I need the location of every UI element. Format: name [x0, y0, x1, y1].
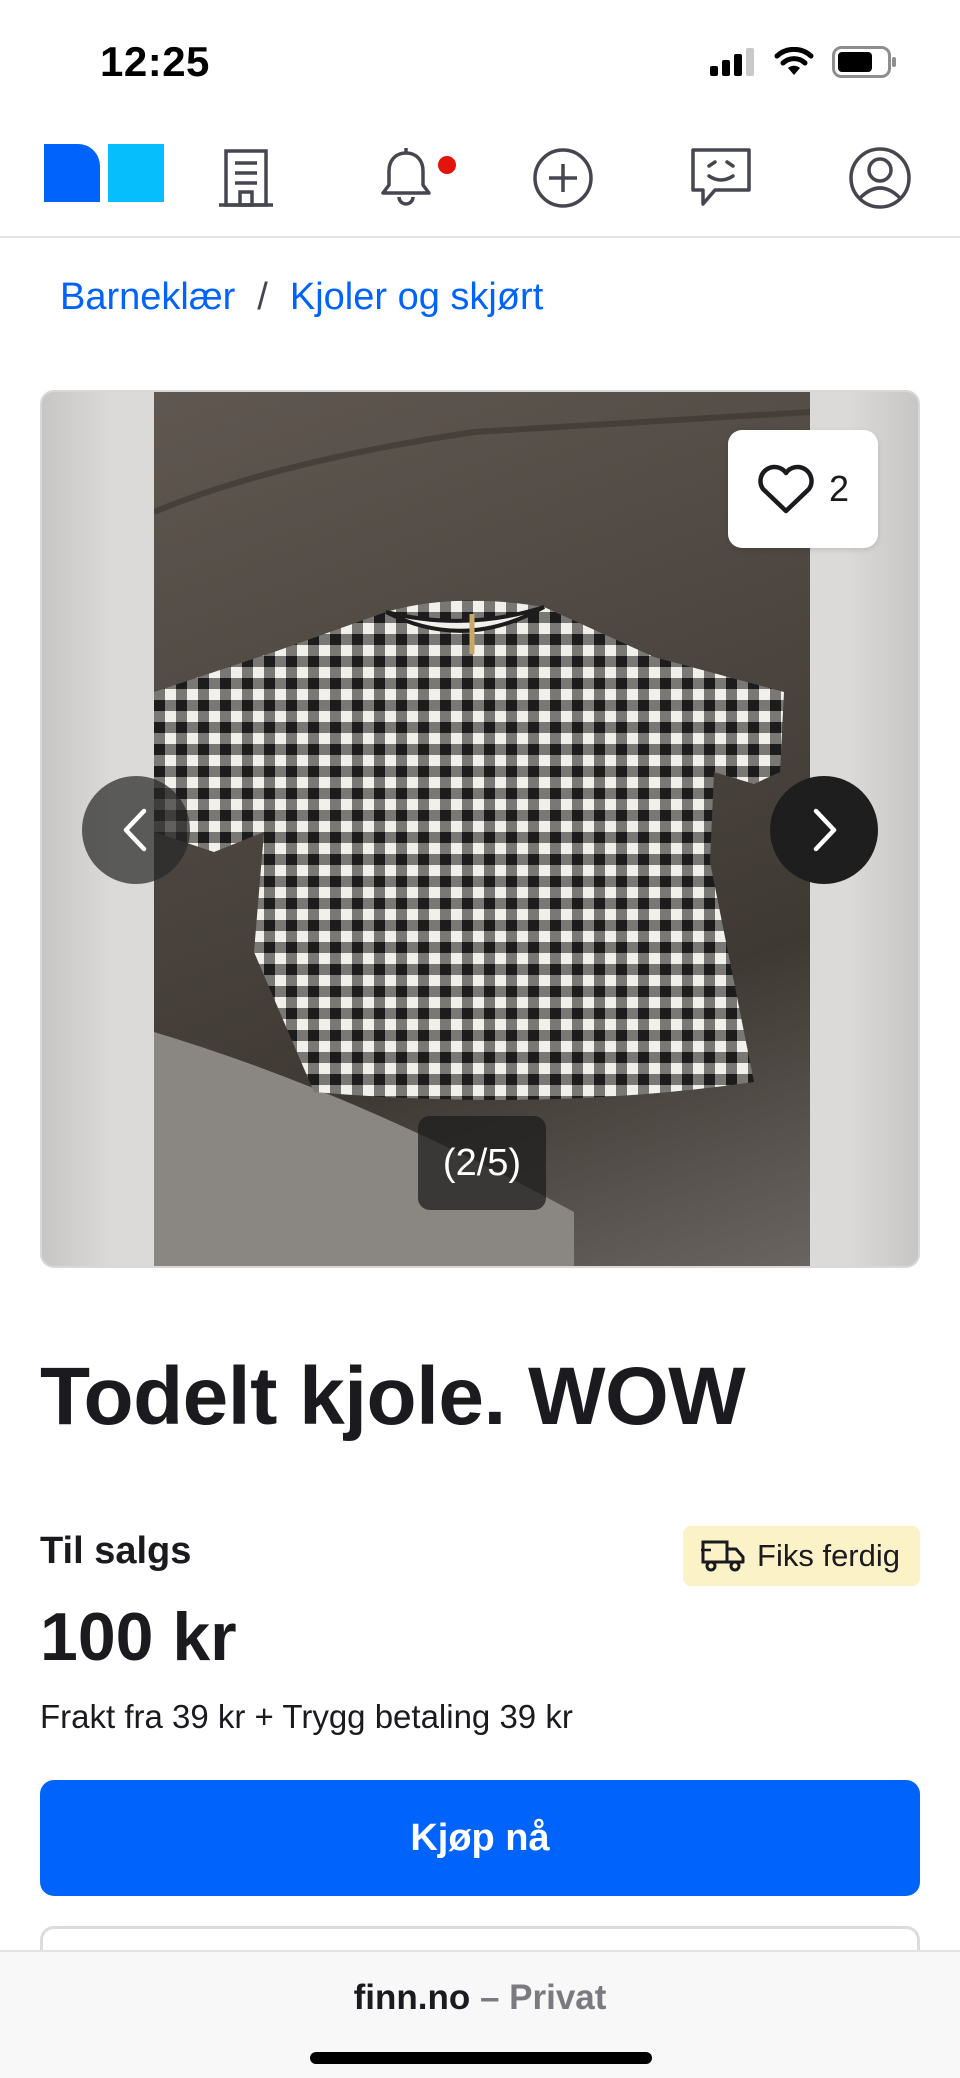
browser-bottom-bar: finn.no – Privat: [0, 1950, 960, 2078]
top-navigation: [0, 120, 960, 238]
nav-notifications[interactable]: [366, 138, 446, 218]
breadcrumb-item-barneklaer[interactable]: Barneklær: [60, 276, 235, 319]
previous-image-button[interactable]: [82, 776, 190, 884]
status-bar: 12:25: [0, 0, 960, 120]
chat-bubble-icon: [691, 148, 751, 206]
buy-now-button[interactable]: Kjøp nå: [40, 1780, 920, 1896]
battery-icon: [832, 46, 896, 78]
url-display[interactable]: finn.no – Privat: [0, 1978, 960, 2018]
sale-status-label: Til salgs: [40, 1530, 192, 1572]
nav-messages[interactable]: [681, 138, 761, 218]
fiks-ferdig-badge: Fiks ferdig: [683, 1526, 920, 1586]
url-domain: finn.no: [353, 1978, 471, 2017]
chevron-right-icon: [813, 808, 837, 852]
url-privacy-label: – Privat: [479, 1978, 607, 2017]
user-circle-icon: [849, 147, 911, 209]
ad-title: Todelt kjole. WOW: [40, 1351, 746, 1442]
price: 100 kr: [40, 1599, 237, 1675]
nav-new-ad[interactable]: [523, 138, 603, 218]
next-image-button[interactable]: [770, 776, 878, 884]
favorite-count: 2: [828, 468, 850, 509]
plus-circle-icon: [533, 148, 593, 208]
fiks-ferdig-label: Fiks ferdig: [757, 1538, 900, 1573]
truck-icon: [701, 1540, 745, 1572]
chevron-left-icon: [123, 808, 147, 852]
finn-logo-icon[interactable]: [44, 144, 164, 202]
bell-icon: [381, 148, 431, 206]
nav-profile[interactable]: [840, 138, 920, 218]
favorite-button[interactable]: 2: [728, 430, 878, 548]
home-indicator[interactable]: [310, 2052, 652, 2064]
image-gallery[interactable]: 2 (2/5): [40, 390, 920, 1268]
status-time: 12:25: [100, 38, 210, 85]
status-icons: [710, 46, 898, 78]
cellular-signal-icon: [710, 48, 754, 76]
notification-dot: [438, 156, 456, 174]
image-counter: (2/5): [418, 1116, 546, 1210]
shipping-info: Frakt fra 39 kr + Trygg betaling 39 kr: [40, 1698, 573, 1735]
nav-jobs[interactable]: [206, 138, 286, 218]
breadcrumb-item-kjoler-og-skjort[interactable]: Kjoler og skjørt: [290, 276, 543, 319]
breadcrumb-separator: /: [257, 276, 268, 318]
building-icon: [219, 149, 273, 207]
wifi-icon: [774, 47, 814, 75]
breadcrumb: Barneklær / Kjoler og skjørt: [60, 276, 543, 319]
heart-icon: [758, 464, 814, 514]
